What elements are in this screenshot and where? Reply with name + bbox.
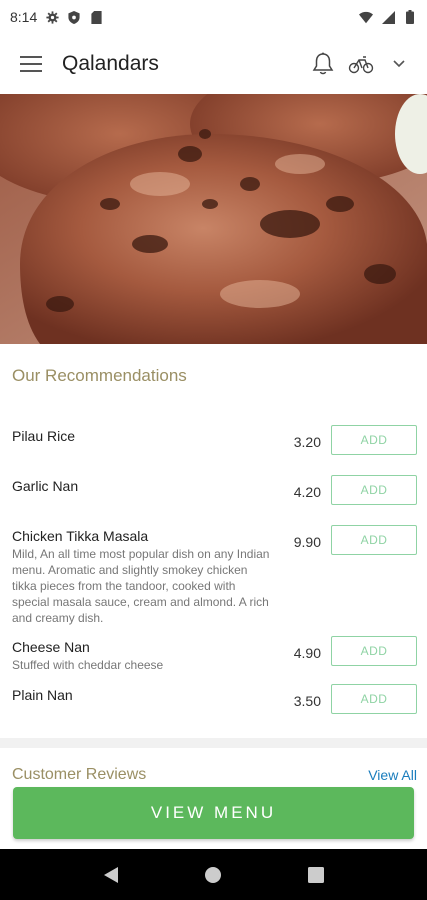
status-time: 8:14 [10,9,38,25]
item-description: Mild, An all time most popular dish on a… [12,547,270,625]
add-button[interactable]: ADD [331,684,417,714]
item-name: Cheese Nan [12,639,90,655]
back-icon[interactable] [96,860,126,890]
list-item: Chicken Tikka Masala Mild, An all time m… [0,518,427,629]
add-button[interactable]: ADD [331,475,417,505]
gear-icon [45,10,59,24]
system-nav-bar [0,849,427,900]
item-info: Chicken Tikka Masala Mild, An all time m… [12,518,281,629]
list-item: Plain Nan 3.50 ADD [0,677,427,727]
app-bar-actions [309,50,413,78]
view-menu-button[interactable]: VIEW MENU [13,787,414,839]
battery-icon [403,10,417,24]
item-description: Stuffed with cheddar cheese [12,658,164,672]
item-price: 9.90 [293,534,321,550]
wifi-icon [359,10,373,24]
list-item: Cheese Nan Stuffed with cheddar cheese 4… [0,629,427,677]
list-item: Pilau Rice 3.20 ADD [0,418,427,468]
item-price: 3.20 [293,434,321,450]
status-bar: 8:14 [0,0,427,34]
section-divider [0,738,427,748]
item-name: Pilau Rice [12,428,76,444]
bell-icon[interactable] [309,50,337,78]
recents-icon[interactable] [301,860,331,890]
item-name: Plain Nan [12,687,73,703]
bike-icon[interactable] [347,50,375,78]
list-item: Garlic Nan 4.20 ADD [0,468,427,518]
reviews-title: Customer Reviews [12,766,147,783]
reviews-header: Customer Reviews View All [12,762,417,788]
item-info: Cheese Nan Stuffed with cheddar cheese [12,629,281,677]
item-price: 4.90 [293,645,321,661]
view-all-link[interactable]: View All [368,767,417,783]
item-price: 3.50 [293,693,321,709]
app-bar: Qalandars [0,34,427,94]
sd-card-icon [89,10,103,24]
item-info: Garlic Nan [12,468,281,518]
status-left: 8:14 [10,9,103,25]
item-info: Plain Nan [12,677,281,727]
add-button[interactable]: ADD [331,525,417,555]
chevron-down-icon[interactable] [385,50,413,78]
home-icon[interactable] [198,860,228,890]
item-name: Chicken Tikka Masala [12,528,149,544]
status-right [359,10,417,24]
shield-icon [67,10,81,24]
add-button[interactable]: ADD [331,425,417,455]
app-title: Qalandars [62,52,159,75]
signal-icon [381,10,395,24]
item-info: Pilau Rice [12,418,281,468]
item-price: 4.20 [293,484,321,500]
item-name: Garlic Nan [12,478,79,494]
recommendations-list: Pilau Rice 3.20 ADD Garlic Nan 4.20 ADD … [0,418,427,727]
add-button[interactable]: ADD [331,636,417,666]
hamburger-menu-icon[interactable] [18,51,44,77]
restaurant-hero-image [0,94,427,344]
recommendations-title: Our Recommendations [12,366,187,385]
